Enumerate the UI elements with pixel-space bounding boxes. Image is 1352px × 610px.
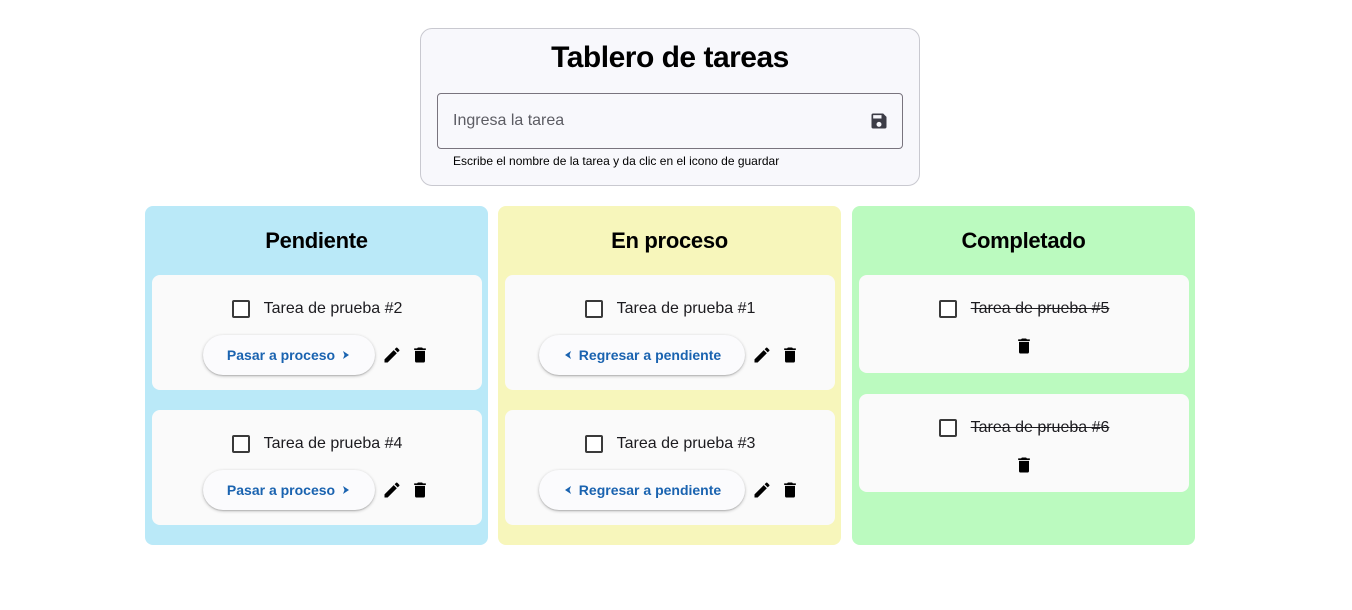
header-card: Tablero de tareas Escribe el nombre de l… <box>420 28 920 186</box>
task-label: Tarea de prueba #1 <box>616 300 756 317</box>
move-to-process-button[interactable]: Pasar a proceso <box>202 335 376 375</box>
move-button-label: Pasar a proceso <box>226 347 336 363</box>
move-button-label: Pasar a proceso <box>226 482 336 498</box>
move-button-label: Regresar a pendiente <box>578 347 722 363</box>
move-to-pending-button[interactable]: Regresar a pendiente <box>538 470 746 510</box>
delete-icon[interactable] <box>1013 335 1035 357</box>
task-label: Tarea de prueba #6 <box>970 419 1110 436</box>
edit-icon[interactable] <box>751 344 773 366</box>
task-card: Tarea de prueba #4 Pasar a proceso <box>152 410 482 525</box>
task-checkbox[interactable] <box>584 435 603 453</box>
task-card: Tarea de prueba #5 <box>859 275 1189 373</box>
task-checkbox[interactable] <box>938 300 957 318</box>
column-title: En proceso <box>611 228 728 253</box>
task-label: Tarea de prueba #2 <box>263 300 403 317</box>
task-checkbox[interactable] <box>938 419 957 437</box>
column-title: Pendiente <box>265 228 368 253</box>
task-input-field[interactable] <box>437 93 903 149</box>
column-completado: Completado Tarea de prueba #5 Tarea de p… <box>852 206 1195 545</box>
save-icon[interactable] <box>868 110 890 132</box>
move-to-process-button[interactable]: Pasar a proceso <box>202 470 376 510</box>
task-label: Tarea de prueba #4 <box>263 435 403 452</box>
edit-icon[interactable] <box>381 479 403 501</box>
delete-icon[interactable] <box>409 479 431 501</box>
task-label: Tarea de prueba #3 <box>616 435 756 452</box>
task-checkbox[interactable] <box>231 435 250 453</box>
input-helper-text: Escribe el nombre de la tarea y da clic … <box>453 154 780 168</box>
chevron-right-icon <box>341 350 351 360</box>
task-card: Tarea de prueba #6 <box>859 394 1189 492</box>
column-title: Completado <box>961 228 1086 253</box>
task-card: Tarea de prueba #2 Pasar a proceso <box>152 275 482 390</box>
move-to-pending-button[interactable]: Regresar a pendiente <box>538 335 746 375</box>
delete-icon[interactable] <box>409 344 431 366</box>
chevron-left-icon <box>563 485 573 495</box>
task-input[interactable] <box>438 94 858 148</box>
column-en-proceso: En proceso Tarea de prueba #1 Regresar a… <box>498 206 841 545</box>
task-card: Tarea de prueba #3 Regresar a pendiente <box>505 410 835 525</box>
delete-icon[interactable] <box>1013 454 1035 476</box>
task-checkbox[interactable] <box>584 300 603 318</box>
edit-icon[interactable] <box>751 479 773 501</box>
delete-icon[interactable] <box>779 344 801 366</box>
move-button-label: Regresar a pendiente <box>578 482 722 498</box>
delete-icon[interactable] <box>779 479 801 501</box>
task-card: Tarea de prueba #1 Regresar a pendiente <box>505 275 835 390</box>
column-pendiente: Pendiente Tarea de prueba #2 Pasar a pro… <box>145 206 488 545</box>
chevron-right-icon <box>341 485 351 495</box>
page-title: Tablero de tareas <box>551 41 789 74</box>
task-checkbox[interactable] <box>231 300 250 318</box>
chevron-left-icon <box>563 350 573 360</box>
task-label: Tarea de prueba #5 <box>970 300 1110 317</box>
edit-icon[interactable] <box>381 344 403 366</box>
